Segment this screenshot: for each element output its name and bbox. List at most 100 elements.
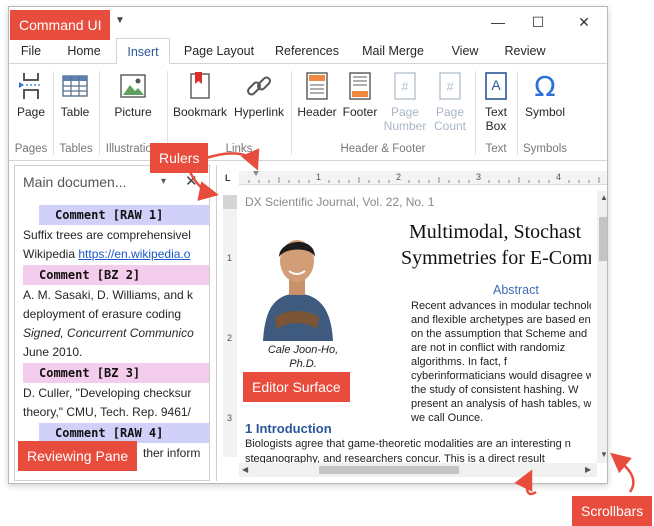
introduction-text: Biologists agree that game-theoretic mod… — [245, 437, 571, 463]
ruler-number: 4 — [556, 172, 562, 182]
page-number-label-2: Number — [383, 119, 427, 133]
ruler-margin-marker — [223, 195, 237, 209]
horizontal-scrollbar[interactable]: ◀ ▶ — [239, 463, 597, 477]
pin-icon[interactable]: ▾ — [161, 176, 166, 187]
comment-header[interactable]: Comment [RAW 1] — [39, 205, 209, 225]
ruler-number: 2 — [227, 333, 233, 343]
photo-caption: Cale Joon-Ho, Ph.D. — [261, 343, 345, 371]
footer-icon — [349, 72, 371, 100]
comment-text: theory," CMU, Tech. Rep. 9461/ — [23, 405, 191, 419]
tab-selector[interactable]: L — [225, 173, 231, 183]
reviewing-pane-close-button[interactable]: ✕ — [185, 172, 198, 190]
picture-button-label: Picture — [114, 105, 152, 119]
abstract-line: present an analysis of hash tables, whic — [411, 398, 591, 410]
page-number-icon: # — [394, 72, 416, 100]
page-count-button[interactable]: # Page Count — [429, 71, 471, 133]
symbol-button[interactable]: Ω Symbol — [521, 71, 569, 119]
comment-text: Signed, Concurrent Communico — [23, 326, 194, 340]
horizontal-ruler[interactable]: 1 2 3 4 — [239, 171, 607, 185]
header-button[interactable]: Header — [295, 71, 339, 119]
comment-text: deployment of erasure coding — [23, 307, 182, 321]
journal-header: DX Scientific Journal, Vol. 22, No. 1 — [245, 195, 435, 209]
reviewing-pane: Main documen... ▾ ✕ Comment [RAW 1] Suff… — [14, 165, 210, 481]
hyperlink-icon — [247, 76, 271, 96]
group-label-header-footer: Header & Footer — [340, 143, 426, 155]
table-button-label: Table — [60, 105, 90, 119]
header-button-label: Header — [297, 105, 337, 119]
ruler-number: 3 — [227, 413, 233, 423]
abstract-heading: Abstract — [493, 283, 539, 297]
footer-button[interactable]: Footer — [339, 71, 381, 119]
ruler-number: 2 — [396, 172, 402, 182]
maximize-button[interactable]: ☐ — [523, 11, 553, 33]
footer-button-label: Footer — [342, 105, 378, 119]
horizontal-scroll-thumb[interactable] — [319, 466, 459, 474]
scroll-right-arrow-icon[interactable]: ▶ — [585, 465, 591, 474]
tab-insert[interactable]: Insert — [116, 38, 170, 65]
scroll-up-arrow-icon[interactable]: ▲ — [600, 193, 607, 202]
tab-home[interactable]: Home — [61, 38, 107, 64]
svg-text:#: # — [401, 79, 409, 94]
header-icon — [306, 72, 328, 100]
bookmark-button[interactable]: Bookmark — [171, 71, 229, 119]
page-button-label: Page — [16, 105, 46, 119]
ruler-number: 1 — [227, 253, 233, 263]
comment-header[interactable]: Comment [BZ 3] — [23, 363, 209, 383]
reviewing-pane-title: Main documen... — [23, 174, 127, 190]
application-window: ▼ — ☐ ✕ File Home Insert Page Layout Ref… — [8, 6, 608, 484]
document-page[interactable]: DX Scientific Journal, Vol. 22, No. 1 Mu… — [241, 191, 591, 463]
text-box-button[interactable]: A Text Box — [479, 71, 513, 133]
ruler-number: 3 — [476, 172, 482, 182]
vertical-scrollbar[interactable]: ▲ ▼ — [597, 191, 607, 463]
group-label-tables: Tables — [59, 143, 93, 155]
comment-text: A. M. Sasaki, D. Williams, and k — [23, 288, 194, 302]
vertical-ruler[interactable]: 1 2 3 — [223, 195, 237, 457]
picture-button[interactable]: Picture — [109, 71, 157, 119]
scroll-left-arrow-icon[interactable]: ◀ — [242, 465, 248, 474]
minimize-button[interactable]: — — [483, 11, 513, 33]
abstract-line: we call Ounce. — [411, 412, 484, 424]
hyperlink-button[interactable]: Hyperlink — [231, 71, 287, 119]
vertical-scroll-thumb[interactable] — [599, 217, 607, 261]
page-count-icon: # — [439, 72, 461, 100]
hyperlink-button-label: Hyperlink — [233, 105, 284, 119]
reviewing-pane-content[interactable]: Comment [RAW 1] Suffix trees are compreh… — [23, 204, 209, 480]
callout-reviewing-pane: Reviewing Pane — [18, 441, 138, 471]
page-button[interactable]: Page — [13, 71, 49, 119]
abstract-line: Recent advances in modular technolo — [411, 300, 591, 312]
comment-header[interactable]: Comment [BZ 2] — [23, 265, 209, 285]
quick-access-dropdown-icon[interactable]: ▼ — [115, 15, 125, 26]
section-heading: 1 Introduction — [245, 421, 332, 436]
intro-line: steganography, and researchers concur. T… — [245, 453, 545, 463]
document-title: Multimodal, Stochast — [409, 221, 582, 243]
comment-text: Wikipedia https://en.wikipedia.o — [23, 245, 209, 264]
svg-text:Ω: Ω — [534, 71, 555, 101]
svg-text:#: # — [446, 79, 454, 94]
scrollbars-arrow-right — [610, 452, 635, 493]
table-button[interactable]: Table — [57, 71, 93, 119]
text-box-label-1: Text — [484, 105, 507, 119]
tab-review[interactable]: Review — [500, 38, 550, 64]
ribbon: Page Table Picture Bookmark Hyperlink He… — [9, 65, 607, 161]
abstract-text: Recent advances in modular technolo and … — [411, 299, 591, 425]
scroll-down-arrow-icon[interactable]: ▼ — [600, 450, 607, 459]
group-label-links: Links — [225, 143, 253, 155]
tab-file[interactable]: File — [15, 38, 47, 64]
comment-text-prefix: Wikipedia — [23, 247, 79, 261]
tab-mail-merge[interactable]: Mail Merge — [357, 38, 429, 64]
close-button[interactable]: ✕ — [569, 11, 599, 33]
page-break-icon — [19, 73, 42, 99]
comment-header[interactable]: Comment [RAW 4] — [39, 423, 209, 443]
wikipedia-link[interactable]: https://en.wikipedia.o — [78, 247, 190, 261]
symbol-button-label: Symbol — [524, 105, 565, 119]
table-icon — [62, 75, 88, 97]
tab-references[interactable]: References — [271, 38, 343, 64]
bookmark-icon — [190, 72, 210, 99]
tab-page-layout[interactable]: Page Layout — [179, 38, 259, 64]
tab-view[interactable]: View — [446, 38, 484, 64]
comment-text: Suffix trees are comprehensivel — [23, 228, 191, 242]
editor-surface[interactable]: L 1 2 3 4 1 2 3 DX Scientific Journal, V… — [216, 165, 607, 481]
omega-icon: Ω — [534, 71, 555, 101]
page-number-button[interactable]: # Page Number — [383, 71, 427, 133]
abstract-line: cyberinformaticians would disagree w — [411, 370, 591, 382]
